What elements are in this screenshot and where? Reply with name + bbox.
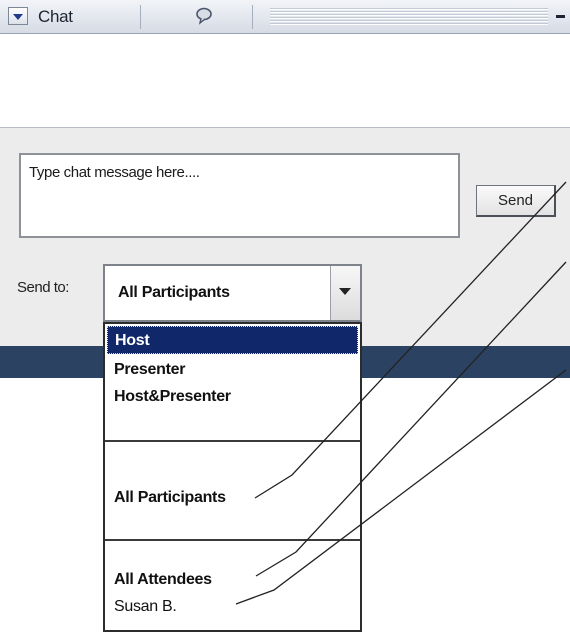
option-separator — [105, 440, 360, 442]
title-divider — [140, 5, 141, 29]
panel-title: Chat — [38, 7, 73, 26]
option-all-participants[interactable]: All Participants — [107, 484, 358, 512]
chat-message-input[interactable]: Type chat message here.... — [19, 153, 460, 238]
option-susan-b[interactable]: Susan B. — [107, 593, 358, 621]
drag-grip[interactable] — [270, 8, 548, 26]
send-to-selected-value: All Participants — [118, 284, 230, 301]
send-button[interactable]: Send — [476, 185, 556, 217]
send-to-label: Send to: — [17, 279, 69, 296]
dropdown-arrow-icon[interactable] — [330, 266, 360, 320]
chevron-down-icon[interactable] — [8, 7, 28, 25]
minimize-icon[interactable] — [556, 15, 565, 18]
send-to-options-list: Host Presenter Host&Presenter All Partic… — [103, 322, 362, 632]
chat-title-bar: Chat — [0, 0, 570, 34]
title-divider — [252, 5, 253, 29]
option-host-presenter[interactable]: Host&Presenter — [107, 383, 358, 411]
option-presenter[interactable]: Presenter — [107, 356, 358, 384]
option-separator — [105, 539, 360, 541]
option-host[interactable]: Host — [107, 326, 358, 354]
chat-history — [0, 34, 570, 128]
option-all-attendees[interactable]: All Attendees — [107, 566, 358, 594]
send-to-select[interactable]: All Participants — [103, 264, 362, 322]
chat-bubble-icon — [196, 7, 212, 25]
